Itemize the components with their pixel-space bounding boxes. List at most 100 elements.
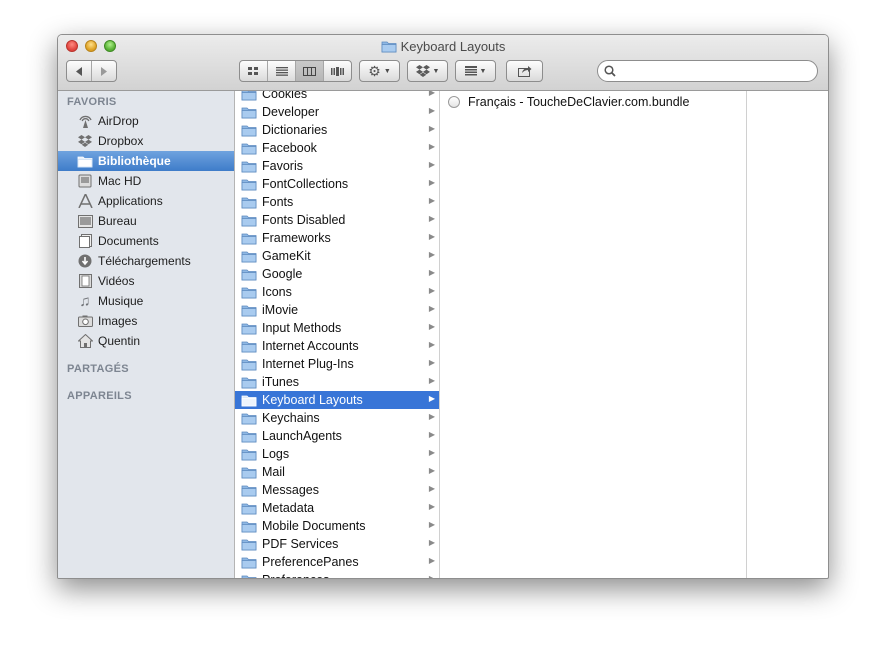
folder-icon: [241, 125, 257, 136]
view-mode-control: [239, 60, 352, 82]
sidebar-item-label: Dropbox: [98, 134, 144, 148]
list-item[interactable]: Internet Accounts ▶: [235, 337, 439, 355]
folder-icon: [241, 197, 257, 208]
disclosure-arrow-icon: ▶: [428, 178, 435, 187]
folder-icon: [241, 91, 257, 100]
folder-icon: [241, 377, 257, 388]
folder-icon: [241, 251, 257, 262]
disclosure-arrow-icon: ▶: [428, 106, 435, 115]
column-view-button[interactable]: [296, 61, 324, 81]
list-item[interactable]: Mail ▶: [235, 463, 439, 481]
list-view-button[interactable]: [268, 61, 296, 81]
sidebar-item-telechargements[interactable]: Téléchargements: [58, 251, 234, 271]
share-button[interactable]: [506, 60, 543, 82]
list-item[interactable]: Frameworks ▶: [235, 229, 439, 247]
folder-icon: [241, 269, 257, 280]
item-label: Icons: [262, 285, 292, 299]
list-item[interactable]: Mobile Documents ▶: [235, 517, 439, 535]
home-icon: [77, 333, 93, 349]
forward-arrow-icon: [101, 66, 107, 76]
downloads-icon: [77, 253, 93, 269]
disclosure-arrow-icon: ▶: [428, 304, 435, 313]
bundle-icon: [448, 96, 460, 108]
folder-icon: [241, 179, 257, 190]
arrange-menu-button[interactable]: ▼: [455, 60, 496, 82]
list-item[interactable]: Google ▶: [235, 265, 439, 283]
item-label: FontCollections: [262, 177, 349, 191]
list-item[interactable]: Metadata ▶: [235, 499, 439, 517]
item-label: Facebook: [262, 141, 317, 155]
disclosure-arrow-icon: ▶: [428, 502, 435, 511]
list-item[interactable]: Logs ▶: [235, 445, 439, 463]
back-button[interactable]: [67, 61, 92, 81]
list-item[interactable]: PDF Services ▶: [235, 535, 439, 553]
list-item[interactable]: Icons ▶: [235, 283, 439, 301]
folder-icon: [241, 503, 257, 514]
list-item[interactable]: Messages ▶: [235, 481, 439, 499]
sidebar-item-documents[interactable]: Documents: [58, 231, 234, 251]
list-item[interactable]: Fonts Disabled ▶: [235, 211, 439, 229]
item-label: Keychains: [262, 411, 320, 425]
item-label: Mail: [262, 465, 285, 479]
list-item[interactable]: iTunes ▶: [235, 373, 439, 391]
list-item[interactable]: Favoris ▶: [235, 157, 439, 175]
sidebar-item-videos[interactable]: Vidéos: [58, 271, 234, 291]
sidebar-item-label: Musique: [98, 294, 144, 308]
disclosure-arrow-icon: ▶: [428, 142, 435, 151]
dropbox-menu-button[interactable]: ▼: [407, 60, 448, 82]
window-title: Keyboard Layouts: [58, 39, 828, 54]
sidebar-item-bureau[interactable]: Bureau: [58, 211, 234, 231]
icon-view-button[interactable]: [240, 61, 268, 81]
sidebar-item-dropbox[interactable]: Dropbox: [58, 131, 234, 151]
finder-window: Keyboard Layouts ⚙ ▼ ▼ ▼ FAVORIS AirDrop…: [57, 34, 829, 579]
list-item[interactable]: Français - ToucheDeClavier.com.bundle: [448, 95, 689, 109]
list-item[interactable]: Input Methods ▶: [235, 319, 439, 337]
folder-icon: [241, 215, 257, 226]
list-item[interactable]: Keyboard Layouts ▶: [235, 391, 439, 409]
sidebar-item-images[interactable]: Images: [58, 311, 234, 331]
list-item[interactable]: Fonts ▶: [235, 193, 439, 211]
sidebar-item-label: Bureau: [98, 214, 137, 228]
sidebar-item-quentin[interactable]: Quentin: [58, 331, 234, 351]
folder-icon: [241, 143, 257, 154]
share-icon: [517, 66, 531, 77]
list-item[interactable]: iMovie ▶: [235, 301, 439, 319]
column-view-icon: [303, 66, 316, 76]
list-item[interactable]: Keychains ▶: [235, 409, 439, 427]
applications-icon: [77, 193, 93, 209]
list-item[interactable]: Facebook ▶: [235, 139, 439, 157]
forward-button[interactable]: [92, 61, 116, 81]
list-item[interactable]: Dictionaries ▶: [235, 121, 439, 139]
sidebar-item-bibliotheque[interactable]: Bibliothèque: [58, 151, 234, 171]
list-item[interactable]: GameKit ▶: [235, 247, 439, 265]
list-item[interactable]: Preferences ▶: [235, 571, 439, 578]
chevron-down-icon: ▼: [383, 67, 391, 75]
sidebar-item-mac-hd[interactable]: Mac HD: [58, 171, 234, 191]
sidebar-item-airdrop[interactable]: AirDrop: [58, 111, 234, 131]
item-label: iTunes: [262, 375, 300, 389]
folder-icon: [241, 431, 257, 442]
list-item[interactable]: Internet Plug-Ins ▶: [235, 355, 439, 373]
list-item[interactable]: LaunchAgents ▶: [235, 427, 439, 445]
item-label: Fonts Disabled: [262, 213, 346, 227]
item-label: Input Methods: [262, 321, 342, 335]
disclosure-arrow-icon: ▶: [428, 196, 435, 205]
sidebar-item-musique[interactable]: ♫ Musique: [58, 291, 234, 311]
sidebar-section-devices[interactable]: APPAREILS: [67, 390, 132, 402]
sidebar-item-label: Bibliothèque: [98, 154, 171, 168]
list-item[interactable]: FontCollections ▶: [235, 175, 439, 193]
search-field[interactable]: [597, 60, 818, 82]
list-item[interactable]: PreferencePanes ▶: [235, 553, 439, 571]
list-item[interactable]: Developer ▶: [235, 103, 439, 121]
list-item[interactable]: Cookies ▶: [235, 91, 439, 103]
sidebar-item-label: Images: [98, 314, 138, 328]
disclosure-arrow-icon: ▶: [428, 232, 435, 241]
item-label: Internet Accounts: [262, 339, 359, 353]
action-menu-button[interactable]: ⚙ ▼: [359, 60, 400, 82]
sidebar-item-applications[interactable]: Applications: [58, 191, 234, 211]
sidebar-section-shared[interactable]: PARTAGÉS: [67, 363, 129, 375]
coverflow-view-icon: [331, 66, 344, 76]
folder-icon: [241, 107, 257, 118]
coverflow-view-button[interactable]: [324, 61, 351, 81]
disclosure-arrow-icon: ▶: [428, 322, 435, 331]
